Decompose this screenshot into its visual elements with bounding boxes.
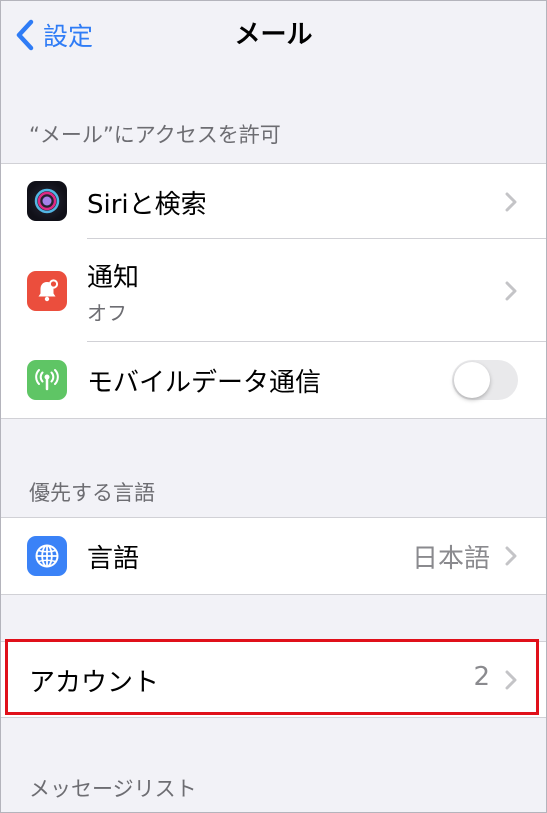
access-group: Siriと検索 通知 オフ モバイルデータ通信 (1, 163, 546, 419)
navigation-bar: 設定 メール (1, 1, 546, 69)
accounts-label: アカウント (29, 668, 160, 698)
cellular-antenna-icon (27, 360, 67, 400)
chevron-right-icon (505, 281, 517, 301)
siri-icon (27, 181, 67, 221)
access-section-header: “メール”にアクセスを許可 (29, 123, 281, 147)
toggle-knob (454, 362, 490, 398)
chevron-right-icon (505, 546, 517, 566)
page-title: メール (234, 20, 313, 50)
accounts-count: 2 (473, 662, 490, 692)
notifications-label: 通知 (87, 263, 140, 293)
siri-search-label: Siriと検索 (87, 190, 207, 220)
message-list-section-header: メッセージリスト (29, 777, 197, 801)
mail-settings-screen: 設定 メール “メール”にアクセスを許可 Siriと検索 通知 オフ モバイルデ… (0, 0, 547, 813)
language-label: 言語 (87, 544, 140, 574)
cellular-data-row: モバイルデータ通信 (1, 342, 546, 418)
accounts-group: アカウント 2 (1, 641, 546, 718)
language-value: 日本語 (411, 544, 490, 574)
globe-icon (27, 536, 67, 576)
language-row[interactable]: 言語 日本語 (1, 518, 546, 594)
language-section-header: 優先する言語 (29, 481, 155, 505)
cellular-data-toggle[interactable] (452, 360, 518, 400)
chevron-right-icon (505, 192, 517, 212)
notifications-bell-icon (27, 271, 67, 311)
language-group: 言語 日本語 (1, 517, 546, 595)
notifications-status: オフ (87, 301, 127, 325)
cellular-data-label: モバイルデータ通信 (87, 368, 322, 398)
notifications-row[interactable]: 通知 オフ (1, 239, 546, 342)
accounts-row[interactable]: アカウント 2 (1, 642, 546, 717)
siri-search-row[interactable]: Siriと検索 (1, 164, 546, 239)
chevron-right-icon (505, 670, 517, 690)
